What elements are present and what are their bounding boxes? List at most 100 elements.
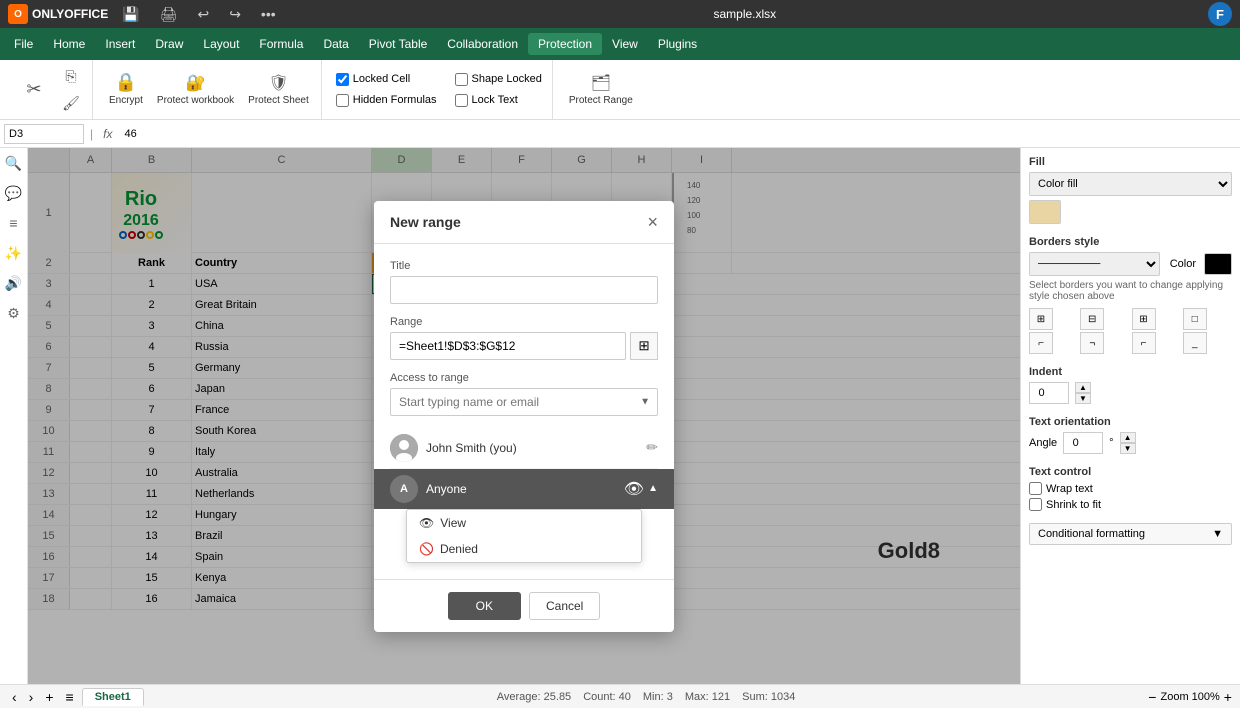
menu-data[interactable]: Data (313, 33, 358, 55)
protect-range-button[interactable]: 🗂 Protect Range (563, 69, 639, 111)
border-style-row: ──────── Color (1029, 252, 1232, 276)
encrypt-button[interactable]: 🔒 Encrypt (103, 68, 149, 111)
menu-file[interactable]: File (4, 33, 43, 55)
perm-denied-item[interactable]: 🚫 Denied (407, 536, 641, 562)
hidden-formulas-input[interactable] (336, 94, 349, 107)
sidebar-nav-icon[interactable]: ≡ (3, 212, 25, 234)
shape-locked-input[interactable] (455, 73, 468, 86)
border-inner-h-button[interactable]: ⊟ (1080, 308, 1104, 330)
perm-view-item[interactable]: 👁 View (407, 510, 641, 536)
title-bar: O ONLYOFFICE 💾 🖨 ↩ ↪ ••• sample.xlsx F (0, 0, 1240, 28)
undo-button[interactable]: ↩ (191, 4, 215, 25)
menu-pivot-table[interactable]: Pivot Table (359, 33, 437, 55)
dropdown-chevron-icon: ▲ (648, 483, 658, 494)
border-style-select[interactable]: ──────── (1029, 252, 1160, 276)
john-avatar-image (390, 434, 418, 462)
encrypt-label: Encrypt (109, 95, 143, 107)
indent-input[interactable] (1029, 382, 1069, 404)
wrap-text-checkbox[interactable]: Wrap text (1029, 482, 1232, 495)
john-name: John Smith (you) (426, 441, 638, 455)
sheet1-tab[interactable]: Sheet1 (82, 688, 144, 706)
menu-home[interactable]: Home (43, 33, 95, 55)
hidden-formulas-checkbox[interactable]: Hidden Formulas (332, 92, 441, 109)
border-bottom-button[interactable]: _ (1183, 332, 1207, 354)
anyone-permission-dropdown[interactable]: 👁 ▲ (624, 479, 658, 499)
save-button[interactable]: 💾 (116, 4, 145, 25)
locked-cell-checkbox[interactable]: Locked Cell (332, 71, 441, 88)
navigate-right-button[interactable]: › (25, 689, 38, 705)
new-range-modal: New range × Title Range (374, 201, 674, 632)
conditional-formatting-button[interactable]: Conditional formatting ▼ (1029, 523, 1232, 545)
anyone-avatar: A (390, 475, 418, 503)
menu-insert[interactable]: Insert (95, 33, 145, 55)
cell-ref-input[interactable]: D3 (4, 124, 84, 144)
fill-color-swatch[interactable] (1029, 200, 1061, 224)
angle-down-button[interactable]: ▼ (1120, 443, 1136, 454)
lock-text-checkbox[interactable]: Lock Text (451, 92, 546, 109)
sidebar-settings-icon[interactable]: ⚙ (3, 302, 25, 324)
cut-button[interactable]: ✂ (14, 75, 54, 104)
sidebar-search-icon[interactable]: 🔍 (3, 152, 25, 174)
copy-button[interactable]: ⎘ (56, 64, 86, 89)
fill-type-select[interactable]: Color fill (1029, 172, 1232, 196)
shrink-to-fit-checkbox[interactable]: Shrink to fit (1029, 498, 1232, 511)
locked-cell-input[interactable] (336, 73, 349, 86)
cancel-button[interactable]: Cancel (529, 592, 600, 620)
users-list: John Smith (you) ✏ A Anyone 👁 ▲ (390, 428, 658, 563)
toolbar-group-encrypt: 🔒 Encrypt 🔐 Protect workbook 🛡 Protect S… (97, 60, 322, 119)
angle-input[interactable] (1063, 432, 1103, 454)
angle-up-button[interactable]: ▲ (1120, 432, 1136, 443)
modal-close-button[interactable]: × (647, 213, 658, 231)
title-input[interactable] (390, 276, 658, 304)
protect-range-label: Protect Range (569, 95, 633, 107)
menu-view[interactable]: View (602, 33, 648, 55)
border-all-button[interactable]: ⊞ (1029, 308, 1053, 330)
menu-layout[interactable]: Layout (193, 33, 249, 55)
menu-formula[interactable]: Formula (249, 33, 313, 55)
protect-workbook-button[interactable]: 🔐 Protect workbook (151, 69, 240, 111)
zoom-level: Zoom 100% (1160, 691, 1219, 703)
sidebar-ai-icon[interactable]: ✨ (3, 242, 25, 264)
redo-button[interactable]: ↪ (223, 4, 247, 25)
zoom-in-button[interactable]: + (1224, 689, 1232, 705)
lock-text-input[interactable] (455, 94, 468, 107)
borders-info: Select borders you want to change applyi… (1029, 280, 1232, 302)
indent-down-button[interactable]: ▼ (1075, 393, 1091, 404)
john-edit-button[interactable]: ✏ (646, 439, 658, 456)
sidebar-comment-icon[interactable]: 💬 (3, 182, 25, 204)
ok-button[interactable]: OK (448, 592, 521, 620)
indent-up-button[interactable]: ▲ (1075, 382, 1091, 393)
access-input[interactable] (390, 388, 658, 416)
print-button[interactable]: 🖨 (154, 4, 184, 25)
border-inner-v-button[interactable]: ⊞ (1132, 308, 1156, 330)
text-control-label: Text control (1029, 466, 1232, 478)
range-input[interactable] (390, 332, 626, 360)
border-outer-button[interactable]: □ (1183, 308, 1207, 330)
shrink-to-fit-input[interactable] (1029, 498, 1042, 511)
wrap-text-input[interactable] (1029, 482, 1042, 495)
range-picker-button[interactable]: ⊞ (630, 332, 658, 360)
menu-draw[interactable]: Draw (145, 33, 193, 55)
sheets-list-button[interactable]: ≡ (62, 689, 78, 705)
menu-collaboration[interactable]: Collaboration (437, 33, 528, 55)
format-button[interactable]: 🖌 (56, 91, 86, 116)
border-right-button[interactable]: ¬ (1080, 332, 1104, 354)
modal-body: Title Range ⊞ (374, 244, 674, 579)
left-sidebar: 🔍 💬 ≡ ✨ 🔊 ⚙ (0, 148, 28, 684)
zoom-out-button[interactable]: − (1148, 689, 1156, 705)
navigate-left-button[interactable]: ‹ (8, 689, 21, 705)
indent-row: ▲ ▼ (1029, 382, 1232, 404)
formula-input[interactable]: 46 (120, 128, 1236, 140)
protect-sheet-button[interactable]: 🛡 Protect Sheet (242, 69, 315, 111)
shape-locked-checkbox[interactable]: Shape Locked (451, 71, 546, 88)
border-left-button[interactable]: ⌐ (1029, 332, 1053, 354)
more-button[interactable]: ••• (255, 4, 282, 24)
sidebar-speaker-icon[interactable]: 🔊 (3, 272, 25, 294)
spreadsheet-area: A B C D E F G H I 1 Rio 2016 (28, 148, 1020, 684)
view-eye-icon: 👁 (419, 516, 434, 530)
menu-protection[interactable]: Protection (528, 33, 602, 55)
border-color-swatch[interactable] (1204, 253, 1232, 275)
add-sheet-button[interactable]: + (41, 689, 57, 705)
border-top-button[interactable]: ⌐ (1132, 332, 1156, 354)
menu-plugins[interactable]: Plugins (648, 33, 707, 55)
